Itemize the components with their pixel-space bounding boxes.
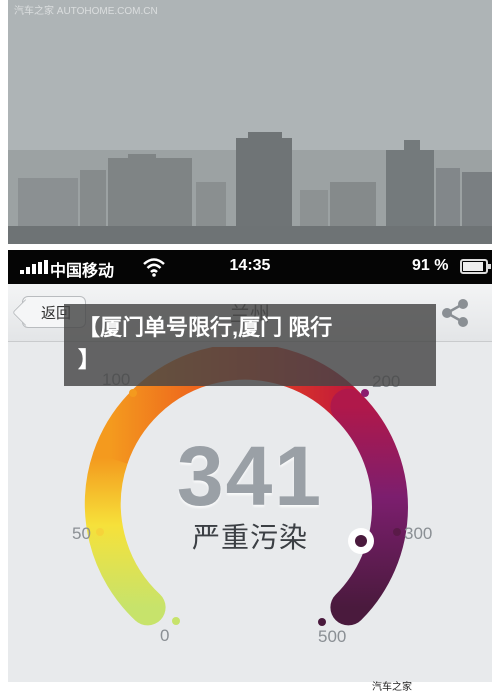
- battery-percent: 91 %: [412, 257, 449, 274]
- headline-line-2: 】: [78, 347, 101, 372]
- status-bar: 中国移动 14:35 91 %: [8, 250, 492, 284]
- aqi-value: 341: [176, 429, 324, 523]
- tick-dot-200: [361, 389, 369, 397]
- battery-fill: [463, 262, 483, 271]
- city-photo: 汽车之家 AUTOHOME.COM.CN: [8, 0, 492, 244]
- tick-label-500: 500: [318, 627, 347, 646]
- tick-dot-500: [318, 618, 326, 626]
- tick-dot-0: [172, 617, 180, 625]
- headline-line-1: 【厦门单号限行,厦门 限行: [78, 315, 333, 340]
- tick-label-0: 0: [160, 626, 170, 645]
- battery-icon: [460, 259, 491, 274]
- headline-overlay: 【厦门单号限行,厦门 限行 】: [64, 304, 436, 386]
- footer-watermark: 汽车之家 AUTOHOME.COM.CN: [372, 682, 412, 693]
- tick-dot-100: [129, 389, 137, 397]
- aqi-level: 严重污染: [191, 522, 308, 553]
- photo-watermark: 汽车之家 AUTOHOME.COM.CN: [14, 6, 158, 17]
- share-icon[interactable]: [438, 296, 472, 330]
